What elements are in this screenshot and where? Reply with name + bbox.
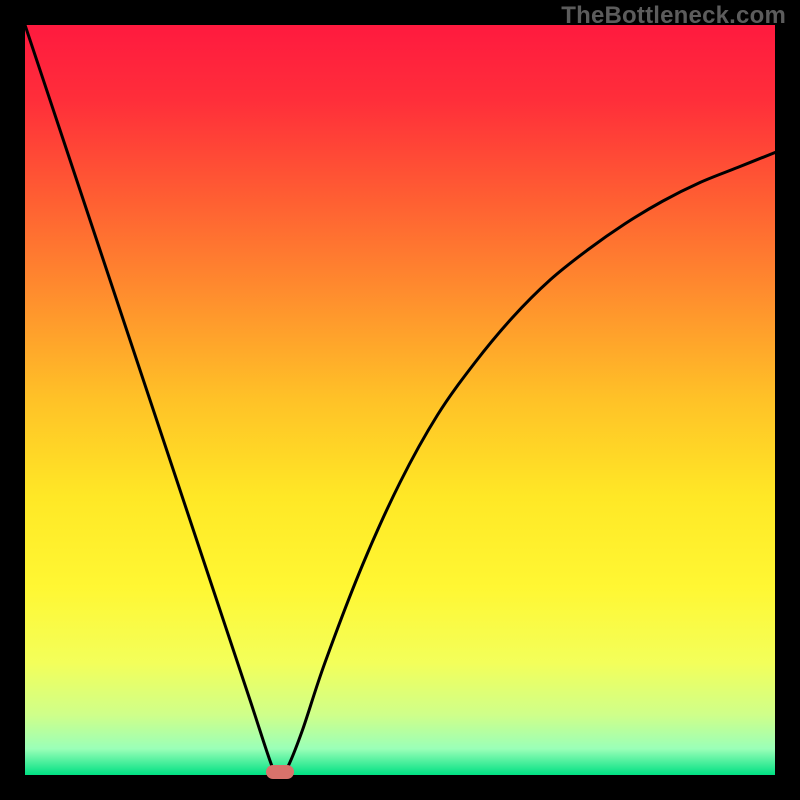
gradient-background (25, 25, 775, 775)
plot-area (25, 25, 775, 775)
chart-frame: TheBottleneck.com (0, 0, 800, 800)
watermark-text: TheBottleneck.com (561, 2, 786, 30)
plot-svg (25, 25, 775, 775)
minimum-marker (266, 765, 294, 779)
